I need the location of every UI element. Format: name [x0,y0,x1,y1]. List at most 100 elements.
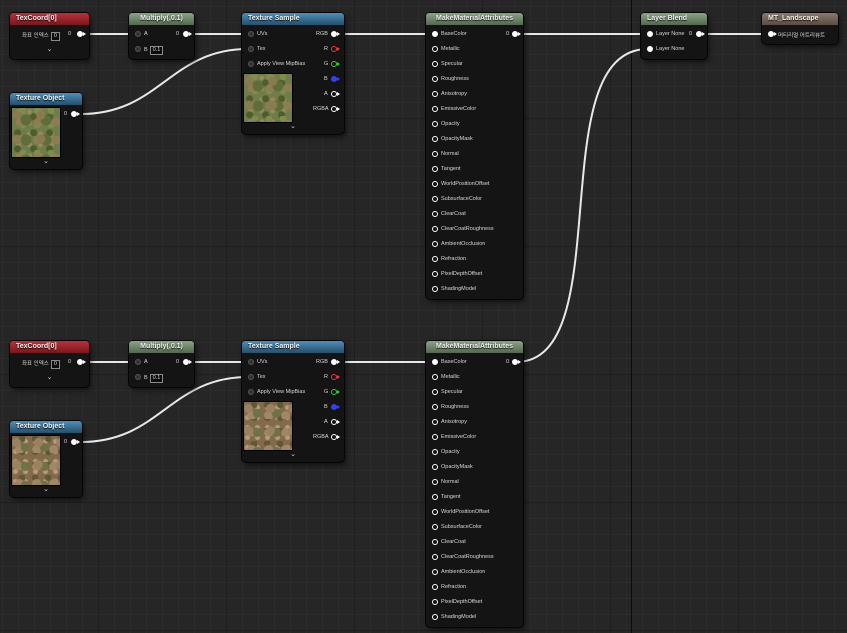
output-pin-icon[interactable] [183,359,192,365]
blue-pin-icon[interactable] [331,404,340,410]
output-pin-icon[interactable] [331,359,340,365]
attribute-pin-label: BaseColor [441,359,467,365]
chevron-down-icon[interactable]: ⌄ [10,157,82,165]
input-pin-icon[interactable] [432,106,438,112]
alpha-pin-icon[interactable] [331,91,340,97]
rgba-pin-icon[interactable] [331,434,340,440]
multiply-node[interactable]: Multiply(,0.1) A 0 B 0.1 [129,13,194,59]
input-pin-icon[interactable] [248,61,254,67]
input-pin-icon[interactable] [135,46,141,52]
texture-object-node[interactable]: Texture Object 0 ⌄ [10,421,82,497]
input-pin-icon[interactable] [432,271,438,277]
output-pin-icon[interactable] [331,31,340,37]
alpha-pin-icon[interactable] [331,419,340,425]
make-material-attributes-node[interactable]: MakeMaterialAttributes 0 BaseColor Metall… [426,341,523,627]
output-pin-icon[interactable] [77,31,86,37]
output-label: 0 [64,439,68,445]
input-pin-icon[interactable] [432,464,438,470]
input-pin-icon[interactable] [248,31,254,37]
input-pin-icon[interactable] [248,46,254,52]
rgba-pin-icon[interactable] [331,106,340,112]
b-label: B [324,404,328,410]
coordinate-index-field[interactable]: 0 [50,360,60,369]
input-pin-icon[interactable] [647,31,653,37]
input-pin-icon[interactable] [248,389,254,395]
output-pin-icon[interactable] [512,359,521,365]
wire [515,48,649,363]
red-pin-icon[interactable] [331,46,340,52]
input-pin-icon[interactable] [432,434,438,440]
multiply-node[interactable]: Multiply(,0.1) A 0 B 0.1 [129,341,194,387]
chevron-down-icon[interactable]: ⌄ [10,485,82,493]
input-pin-icon[interactable] [135,359,141,365]
input-pin-icon[interactable] [432,61,438,67]
output-pin-icon[interactable] [183,31,192,37]
input-pin-icon[interactable] [432,614,438,620]
output-pin-icon[interactable] [71,439,80,445]
input-pin-icon[interactable] [432,539,438,545]
input-pin-icon[interactable] [432,76,438,82]
blue-pin-icon[interactable] [331,76,340,82]
attribute-pin-label: OpacityMask [441,464,473,470]
input-pin-icon[interactable] [432,196,438,202]
output-pin-icon[interactable] [71,111,80,117]
input-pin-icon[interactable] [432,31,438,37]
chevron-down-icon[interactable]: ⌄ [10,45,89,53]
input-pin-icon[interactable] [432,419,438,425]
output-pin-icon[interactable] [696,31,705,37]
input-pin-icon[interactable] [768,31,777,37]
input-pin-icon[interactable] [432,494,438,500]
input-pin-icon[interactable] [248,374,254,380]
input-pin-icon[interactable] [432,509,438,515]
input-pin-icon[interactable] [248,359,254,365]
b-value-field[interactable]: 0.1 [149,374,164,383]
texcoord-node[interactable]: TexCoord[0] 좌표 인덱스 0 0 ⌄ [10,13,89,59]
texture-sample-node[interactable]: Texture Sample UVs Tex Apply View MipBia… [242,341,344,462]
input-pin-icon[interactable] [432,181,438,187]
chevron-down-icon[interactable]: ⌄ [242,122,344,130]
chevron-down-icon[interactable]: ⌄ [10,373,89,381]
layer-blend-node[interactable]: Layer Blend Layer None Layer None 0 [641,13,707,59]
g-label: G [324,389,329,395]
output-pin-icon[interactable] [512,31,521,37]
input-pin-icon[interactable] [432,359,438,365]
coordinate-index-field[interactable]: 0 [50,32,60,41]
input-pin-icon[interactable] [647,46,653,52]
input-pin-icon[interactable] [432,136,438,142]
input-pin-icon[interactable] [135,374,141,380]
red-pin-icon[interactable] [331,374,340,380]
material-result-node[interactable]: MT_Landscape 머티리얼 어트리뷰트 [762,13,838,44]
input-pin-icon[interactable] [432,211,438,217]
make-material-attributes-node[interactable]: MakeMaterialAttributes 0 BaseColor Metall… [426,13,523,299]
input-pin-icon[interactable] [432,479,438,485]
input-pin-icon[interactable] [432,151,438,157]
texcoord-node[interactable]: TexCoord[0] 좌표 인덱스 0 0 ⌄ [10,341,89,387]
b-value-field[interactable]: 0.1 [149,46,164,55]
input-pin-icon[interactable] [432,524,438,530]
green-pin-icon[interactable] [331,61,340,67]
input-pin-icon[interactable] [432,121,438,127]
green-pin-icon[interactable] [331,389,340,395]
input-pin-icon[interactable] [432,449,438,455]
chevron-down-icon[interactable]: ⌄ [242,450,344,458]
input-pin-icon[interactable] [432,389,438,395]
input-pin-icon[interactable] [135,31,141,37]
attribute-pin-label: ClearCoat [441,211,466,217]
output-pin-icon[interactable] [77,359,86,365]
input-pin-icon[interactable] [432,166,438,172]
texture-object-node[interactable]: Texture Object 0 ⌄ [10,93,82,169]
input-pin-icon[interactable] [432,569,438,575]
b-label: B [324,76,328,82]
input-pin-icon[interactable] [432,256,438,262]
input-pin-icon[interactable] [432,286,438,292]
input-pin-icon[interactable] [432,374,438,380]
input-pin-icon[interactable] [432,404,438,410]
input-pin-icon[interactable] [432,46,438,52]
input-pin-icon[interactable] [432,91,438,97]
input-pin-icon[interactable] [432,584,438,590]
input-pin-icon[interactable] [432,226,438,232]
input-pin-icon[interactable] [432,241,438,247]
texture-sample-node[interactable]: Texture Sample UVs Tex Apply View MipBia… [242,13,344,134]
input-pin-icon[interactable] [432,599,438,605]
input-pin-icon[interactable] [432,554,438,560]
